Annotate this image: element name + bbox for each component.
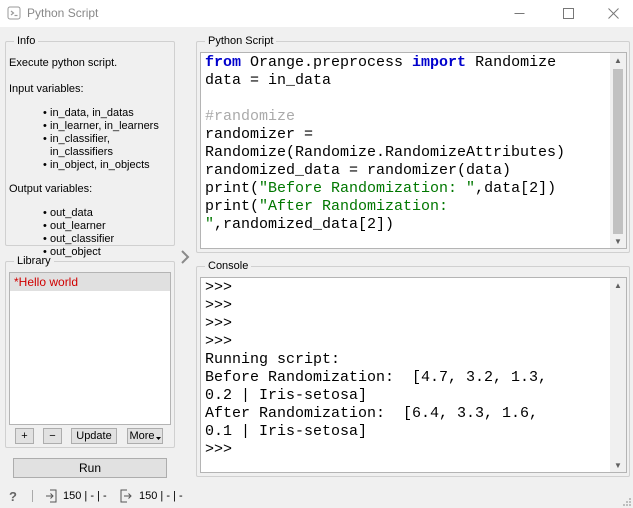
remove-script-button[interactable]: − [43,428,62,444]
update-button[interactable]: Update [71,428,117,444]
code-line: ",randomized_data[2]) [205,216,565,234]
info-box: Info Execute python script. Input variab… [5,35,175,259]
code-line: randomizer = [205,126,565,144]
code-token: randomizer = [205,126,314,143]
console-line: >>> [205,333,233,350]
help-icon[interactable]: ? [9,489,21,504]
editor-scrollbar[interactable]: ▲ ▼ [610,53,626,248]
code-token: " [205,216,215,233]
script-legend: Python Script [208,35,274,47]
console-line: >>> [205,315,233,332]
status-bar: ? 150 | - | - 150 | - | - [0,484,633,508]
maximize-button[interactable] [546,0,591,27]
console-text[interactable]: >>> >>> >>> >>> Running script: Before Random… [205,279,547,459]
status-divider [32,490,33,502]
resize-grip-icon[interactable] [622,497,632,507]
input-variable: in_learner, in_learners [43,120,174,133]
scroll-up-icon[interactable]: ▲ [610,53,626,67]
code-token: from [205,54,242,71]
code-text[interactable]: from Orange.preprocess import Randomize d… [205,54,565,234]
code-token: Orange.preprocess [241,54,413,71]
console-line: 0.1 | Iris-setosa] [205,423,368,440]
output-variable: out_data [43,207,174,220]
more-label: More [129,430,155,442]
scroll-up-icon[interactable]: ▲ [610,278,626,292]
console-output[interactable]: >>> >>> >>> >>> Running script: Before Random… [200,277,627,473]
code-line: randomized_data = randomizer(data) [205,162,565,180]
output-variable: out_classifier [43,233,174,246]
code-token: data = in_data [205,72,332,89]
code-token: import [412,54,467,71]
minimize-icon [514,13,525,14]
code-token: Randomize(Randomize.RandomizeAttributes) [205,144,566,161]
scroll-thumb[interactable] [613,69,623,234]
console-line: Before Randomization: [4.7, 3.2, 1.3, [205,369,548,386]
code-editor[interactable]: from Orange.preprocess import Randomize d… [200,52,627,249]
info-legend: Info [17,35,36,47]
output-variables-list: out_data out_learner out_classifier out_… [43,207,174,259]
code-line: from Orange.preprocess import Randomize [205,54,565,72]
input-heading: Input variables: [9,83,84,95]
code-token: ,randomized_data[2]) [214,216,395,233]
scroll-down-icon[interactable]: ▼ [610,458,626,472]
output-heading: Output variables: [9,183,93,195]
title-bar: Python Script [0,0,633,27]
info-body: Execute python script. Input variables: … [9,57,174,259]
minimize-button[interactable] [497,0,542,27]
scroll-down-icon[interactable]: ▼ [610,234,626,248]
console-line: Running script: [205,351,341,368]
add-script-button[interactable]: + [15,428,34,444]
maximize-icon [563,8,574,19]
input-arrow-icon [46,489,57,503]
code-line: print("After Randomization: [205,198,565,216]
code-token: print( [205,180,260,197]
output-variable: out_learner [43,220,174,233]
output-arrow-icon [120,489,132,503]
input-summary: 150 | - | - [63,490,107,502]
console-scrollbar[interactable]: ▲ ▼ [610,278,626,472]
console-line: >>> [205,441,233,458]
library-item-hello-world[interactable]: *Hello world [10,273,170,291]
console-line: >>> [205,297,233,314]
code-line: print("Before Randomization: ",data[2]) [205,180,565,198]
more-button[interactable]: More [127,428,163,444]
close-icon [608,8,619,19]
output-summary: 150 | - | - [139,490,183,502]
menu-arrow-icon [155,436,161,440]
chevron-right-icon[interactable] [180,250,190,264]
code-token: Randomize [466,54,557,71]
console-legend: Console [208,260,249,272]
code-line: #randomize [205,108,565,126]
close-button[interactable] [591,0,633,27]
python-script-icon [7,6,21,20]
library-list[interactable]: *Hello world [9,272,171,425]
code-token: randomized_data = randomizer(data) [205,162,512,179]
code-token: ,data[2]) [475,180,557,197]
code-token: #randomize [205,108,296,125]
run-button[interactable]: Run [13,458,167,478]
input-variable: in_data, in_datas [43,107,174,120]
window-title: Python Script [27,6,99,20]
code-token: print( [205,198,260,215]
code-line: data = in_data [205,72,565,90]
console-line: >>> [205,279,233,296]
code-token: "After Randomization: [259,198,449,215]
code-token: "Before Randomization: " [259,180,476,197]
input-variable: in_classifier, in_classifiers [43,133,174,159]
input-variables-list: in_data, in_datas in_learner, in_learner… [43,107,174,172]
console-line: After Randomization: [6.4, 3.3, 1.6, [205,405,539,422]
library-legend: Library [17,255,51,267]
console-line: 0.2 | Iris-setosa] [205,387,368,404]
code-line: Randomize(Randomize.RandomizeAttributes) [205,144,565,162]
info-description: Execute python script. [9,57,118,69]
input-variable: in_object, in_objects [43,159,174,172]
